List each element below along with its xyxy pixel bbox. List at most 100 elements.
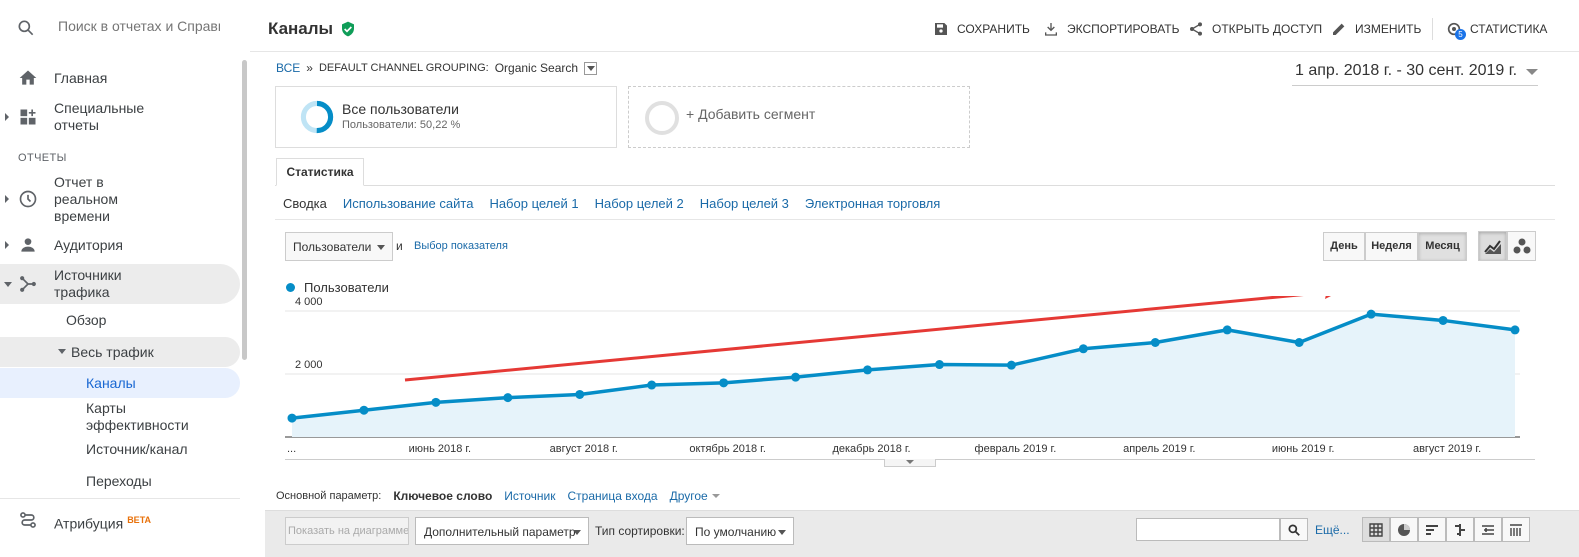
metric-select-value: Пользователи [293, 240, 372, 254]
segment-all-users[interactable]: Все пользователи Пользователи: 50,22 % [275, 86, 617, 148]
table-view-comparison-button[interactable] [1446, 517, 1474, 542]
table-view-termcloud-button[interactable] [1474, 517, 1502, 542]
sidebar-item-audience[interactable]: Аудитория [0, 231, 240, 259]
select-metric-link[interactable]: Выбор показателя [414, 240, 508, 252]
chart-collapse-handle[interactable] [884, 459, 936, 467]
data-point [647, 380, 657, 390]
dimension-landing-page[interactable]: Страница входа [568, 489, 658, 503]
line-chart-view-button[interactable] [1478, 231, 1507, 261]
search-icon[interactable] [16, 18, 36, 38]
metric-select[interactable]: Пользователи [285, 232, 393, 261]
secondary-dimension-select[interactable]: Дополнительный параметр [415, 517, 589, 545]
dimension-other-dropdown[interactable]: Другое [670, 489, 720, 503]
sidebar-scrollbar[interactable] [242, 60, 247, 360]
tab-bar-line [275, 185, 1555, 186]
table-filter-input[interactable] [1136, 518, 1280, 541]
add-segment-button[interactable]: + Добавить сегмент [628, 86, 970, 148]
subtab-goal-set-3[interactable]: Набор целей 3 [700, 196, 789, 211]
legend-series-name: Пользователи [304, 280, 389, 295]
data-point [719, 378, 729, 388]
sidebar-item-source-medium[interactable]: Источник/канал [0, 438, 240, 462]
sidebar-item-overview[interactable]: Обзор [0, 308, 240, 332]
data-point [1150, 338, 1160, 347]
export-button[interactable]: ЭКСПОРТИРОВАТЬ [1043, 21, 1179, 37]
expand-caret-icon[interactable] [5, 241, 9, 249]
x-tick-label: июнь 2018 г. [409, 443, 472, 455]
subtab-summary[interactable]: Сводка [283, 196, 327, 211]
data-point [1366, 309, 1376, 319]
plot-rows-button[interactable]: Показать на диаграмме [285, 517, 409, 545]
motion-chart-view-button[interactable] [1507, 231, 1536, 261]
sidebar-item-attribution[interactable]: Атрибуция BETA [0, 506, 240, 534]
expand-caret-icon[interactable] [5, 195, 9, 203]
trend-arrow-head [1325, 296, 1331, 299]
period-month-button[interactable]: Месяц [1418, 232, 1467, 261]
subtab-goal-set-1[interactable]: Набор целей 1 [489, 196, 578, 211]
insights-button[interactable]: 5 СТАТИСТИКА [1446, 21, 1547, 40]
save-button[interactable]: СОХРАНИТЬ [933, 21, 1030, 37]
save-label: СОХРАНИТЬ [957, 22, 1030, 36]
x-tick-label: ... [287, 443, 296, 455]
table-search-button[interactable] [1280, 518, 1308, 541]
breadcrumb-grouping-label: DEFAULT CHANNEL GROUPING: [318, 62, 489, 74]
date-range-text: 1 апр. 2018 г. - 30 сент. 2019 г. [1295, 62, 1518, 79]
y-tick-label: 4 000 [295, 296, 323, 308]
data-point [431, 397, 441, 407]
share-button[interactable]: ОТКРЫТЬ ДОСТУП [1188, 21, 1322, 37]
clock-icon [19, 190, 37, 208]
subtab-goal-set-2[interactable]: Набор целей 2 [595, 196, 684, 211]
breadcrumb-all-link[interactable]: ВСЕ [276, 61, 300, 75]
period-day-button[interactable]: День [1323, 232, 1365, 261]
sort-type-select[interactable]: По умолчанию [686, 517, 794, 545]
data-point [1078, 344, 1088, 354]
segment-subtitle: Пользователи: 50,22 % [342, 119, 461, 131]
dimension-source[interactable]: Источник [504, 489, 555, 503]
primary-dimension-label: Основной параметр: [276, 490, 382, 502]
dimension-keyword[interactable]: Ключевое слово [393, 489, 492, 503]
period-week-button[interactable]: Неделя [1365, 232, 1418, 261]
sidebar-item-home[interactable]: Главная [0, 64, 240, 92]
sidebar-item-all-traffic[interactable]: Весь трафик [0, 337, 240, 367]
sidebar-item-channels[interactable]: Каналы [0, 368, 240, 398]
data-point [1438, 315, 1448, 325]
report-search-input[interactable] [58, 18, 220, 34]
sidebar-item-label: Аудитория [54, 237, 123, 253]
table-view-performance-button[interactable] [1418, 517, 1446, 542]
breadcrumb-dropdown-icon[interactable] [584, 61, 598, 75]
tab-explorer[interactable]: Статистика [276, 158, 364, 186]
attribution-icon [20, 512, 36, 528]
table-view-data-button[interactable] [1362, 517, 1390, 542]
comparison-icon [1455, 523, 1465, 536]
expand-caret-icon[interactable] [5, 113, 9, 121]
sidebar-item-acquisition[interactable]: Источники трафика [0, 264, 240, 304]
sidebar-item-custom-reports[interactable]: Специальные отчеты [0, 98, 240, 136]
page-title: Каналы [268, 19, 334, 38]
sidebar-item-label-wrap: Атрибуция BETA [54, 512, 151, 533]
advanced-filter-link[interactable]: Ещё... [1315, 523, 1350, 537]
sort-type-value: По умолчанию [695, 525, 777, 539]
subtab-site-usage[interactable]: Использование сайта [343, 196, 474, 211]
sidebar-item-label: Переходы [86, 473, 152, 489]
search-icon [1288, 523, 1300, 536]
chart-legend: Пользователи [286, 280, 389, 295]
and-label: и [396, 239, 403, 253]
date-range-picker[interactable]: 1 апр. 2018 г. - 30 сент. 2019 г. [1292, 62, 1538, 86]
table-view-pie-button[interactable] [1390, 517, 1418, 542]
sidebar-item-treemaps[interactable]: Карты эффективности [0, 400, 240, 436]
add-segment-label: + Добавить сегмент [686, 106, 816, 122]
collapse-caret-icon[interactable] [58, 349, 66, 354]
sidebar-item-referrals[interactable]: Переходы [0, 470, 240, 494]
users-trend-chart: 2 000 4 000... июнь 2018 г. август 2018 г. о… [285, 296, 1520, 455]
edit-button[interactable]: ИЗМЕНИТЬ [1331, 21, 1421, 37]
x-tick-label: июнь 2019 г. [1272, 443, 1335, 455]
beta-badge: BETA [127, 515, 152, 525]
header-divider [1432, 18, 1433, 40]
share-label: ОТКРЫТЬ ДОСТУП [1212, 22, 1323, 36]
subtab-ecommerce[interactable]: Электронная торговля [805, 196, 940, 211]
table-view-pivot-button[interactable] [1502, 517, 1530, 542]
data-point [359, 405, 369, 415]
grid-icon [1369, 522, 1383, 537]
sidebar-item-label: Отчет в реальном времени [54, 174, 118, 224]
sidebar-item-realtime[interactable]: Отчет в реальном времени [0, 172, 240, 226]
collapse-caret-icon[interactable] [4, 282, 12, 287]
